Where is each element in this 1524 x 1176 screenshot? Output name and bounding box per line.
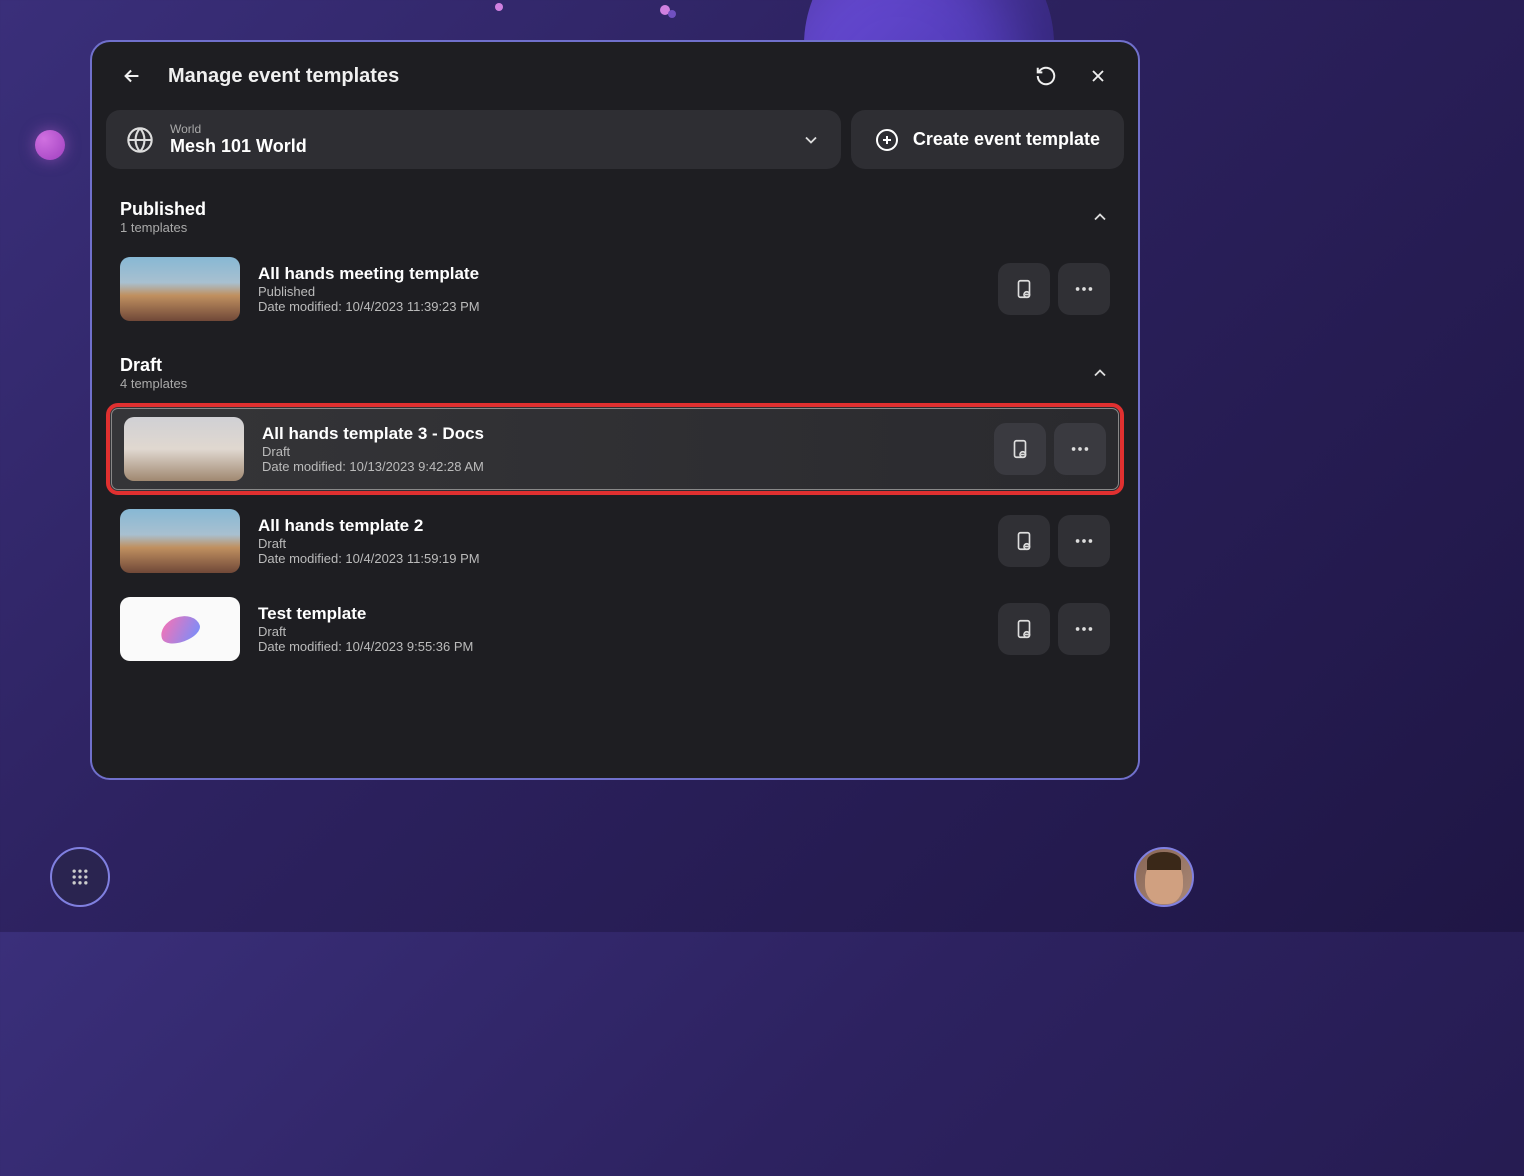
template-row[interactable]: All hands template 3 - Docs Draft Date m… xyxy=(106,403,1124,495)
device-action-button[interactable] xyxy=(998,515,1050,567)
device-action-button[interactable] xyxy=(994,423,1046,475)
back-button[interactable] xyxy=(116,60,148,92)
globe-icon xyxy=(126,126,154,154)
device-action-button[interactable] xyxy=(998,603,1050,655)
world-label: World xyxy=(170,122,785,136)
more-options-button[interactable] xyxy=(1058,515,1110,567)
device-icon xyxy=(1013,618,1035,640)
row-actions xyxy=(998,263,1110,315)
template-thumbnail xyxy=(120,597,240,661)
template-section: Draft 4 templates All hands template 3 -… xyxy=(92,335,1138,671)
template-status: Published xyxy=(258,284,980,299)
template-name: All hands meeting template xyxy=(258,264,980,284)
template-name: Test template xyxy=(258,604,980,624)
row-actions xyxy=(998,603,1110,655)
template-info: All hands template 2 Draft Date modified… xyxy=(258,516,980,566)
template-thumbnail xyxy=(120,509,240,573)
decorative-dot xyxy=(495,3,503,11)
template-info: Test template Draft Date modified: 10/4/… xyxy=(258,604,980,654)
template-name: All hands template 3 - Docs xyxy=(262,424,976,444)
section-name: Published xyxy=(120,199,1090,220)
plus-circle-icon xyxy=(875,128,899,152)
template-thumbnail xyxy=(124,417,244,481)
device-icon xyxy=(1013,530,1035,552)
section-count: 1 templates xyxy=(120,220,1090,235)
template-row[interactable]: Test template Draft Date modified: 10/4/… xyxy=(106,587,1124,671)
section-header[interactable]: Draft 4 templates xyxy=(106,347,1124,399)
refresh-icon xyxy=(1035,65,1057,87)
template-date: Date modified: 10/13/2023 9:42:28 AM xyxy=(262,459,976,474)
world-selector[interactable]: World Mesh 101 World xyxy=(106,110,841,169)
close-icon xyxy=(1088,66,1108,86)
page-title: Manage event templates xyxy=(168,65,1010,88)
template-date: Date modified: 10/4/2023 11:39:23 PM xyxy=(258,299,980,314)
arrow-left-icon xyxy=(121,65,143,87)
template-thumbnail xyxy=(120,257,240,321)
section-header[interactable]: Published 1 templates xyxy=(106,191,1124,243)
chevron-down-icon xyxy=(801,130,821,150)
template-info: All hands template 3 - Docs Draft Date m… xyxy=(262,424,976,474)
manage-templates-window: Manage event templates World Mesh 101 Wo… xyxy=(90,40,1140,780)
more-horizontal-icon xyxy=(1073,530,1095,552)
decorative-dot xyxy=(668,10,676,18)
avatar-button[interactable] xyxy=(1134,847,1194,907)
more-horizontal-icon xyxy=(1069,438,1091,460)
template-info: All hands meeting template Published Dat… xyxy=(258,264,980,314)
more-horizontal-icon xyxy=(1073,278,1095,300)
section-count: 4 templates xyxy=(120,376,1090,391)
row-actions xyxy=(994,423,1106,475)
window-header: Manage event templates xyxy=(92,42,1138,110)
chevron-up-icon xyxy=(1090,207,1110,227)
device-icon xyxy=(1009,438,1031,460)
chevron-up-icon xyxy=(1090,363,1110,383)
template-date: Date modified: 10/4/2023 9:55:36 PM xyxy=(258,639,980,654)
toolbar: World Mesh 101 World Create event templa… xyxy=(92,110,1138,179)
grid-icon xyxy=(70,867,90,887)
refresh-button[interactable] xyxy=(1030,60,1062,92)
template-row[interactable]: All hands template 2 Draft Date modified… xyxy=(106,499,1124,583)
template-date: Date modified: 10/4/2023 11:59:19 PM xyxy=(258,551,980,566)
more-horizontal-icon xyxy=(1073,618,1095,640)
more-options-button[interactable] xyxy=(1054,423,1106,475)
device-action-button[interactable] xyxy=(998,263,1050,315)
template-status: Draft xyxy=(262,444,976,459)
template-list[interactable]: Published 1 templates All hands meeting … xyxy=(92,179,1138,775)
create-button-label: Create event template xyxy=(913,129,1100,150)
template-status: Draft xyxy=(258,624,980,639)
template-status: Draft xyxy=(258,536,980,551)
avatar-icon xyxy=(1145,856,1183,904)
device-icon xyxy=(1013,278,1035,300)
apps-menu-button[interactable] xyxy=(50,847,110,907)
template-row[interactable]: All hands meeting template Published Dat… xyxy=(106,247,1124,331)
create-template-button[interactable]: Create event template xyxy=(851,110,1124,169)
more-options-button[interactable] xyxy=(1058,603,1110,655)
world-name: Mesh 101 World xyxy=(170,136,785,157)
section-name: Draft xyxy=(120,355,1090,376)
close-button[interactable] xyxy=(1082,60,1114,92)
template-name: All hands template 2 xyxy=(258,516,980,536)
row-actions xyxy=(998,515,1110,567)
more-options-button[interactable] xyxy=(1058,263,1110,315)
decorative-planet xyxy=(35,130,65,160)
template-section: Published 1 templates All hands meeting … xyxy=(92,179,1138,331)
